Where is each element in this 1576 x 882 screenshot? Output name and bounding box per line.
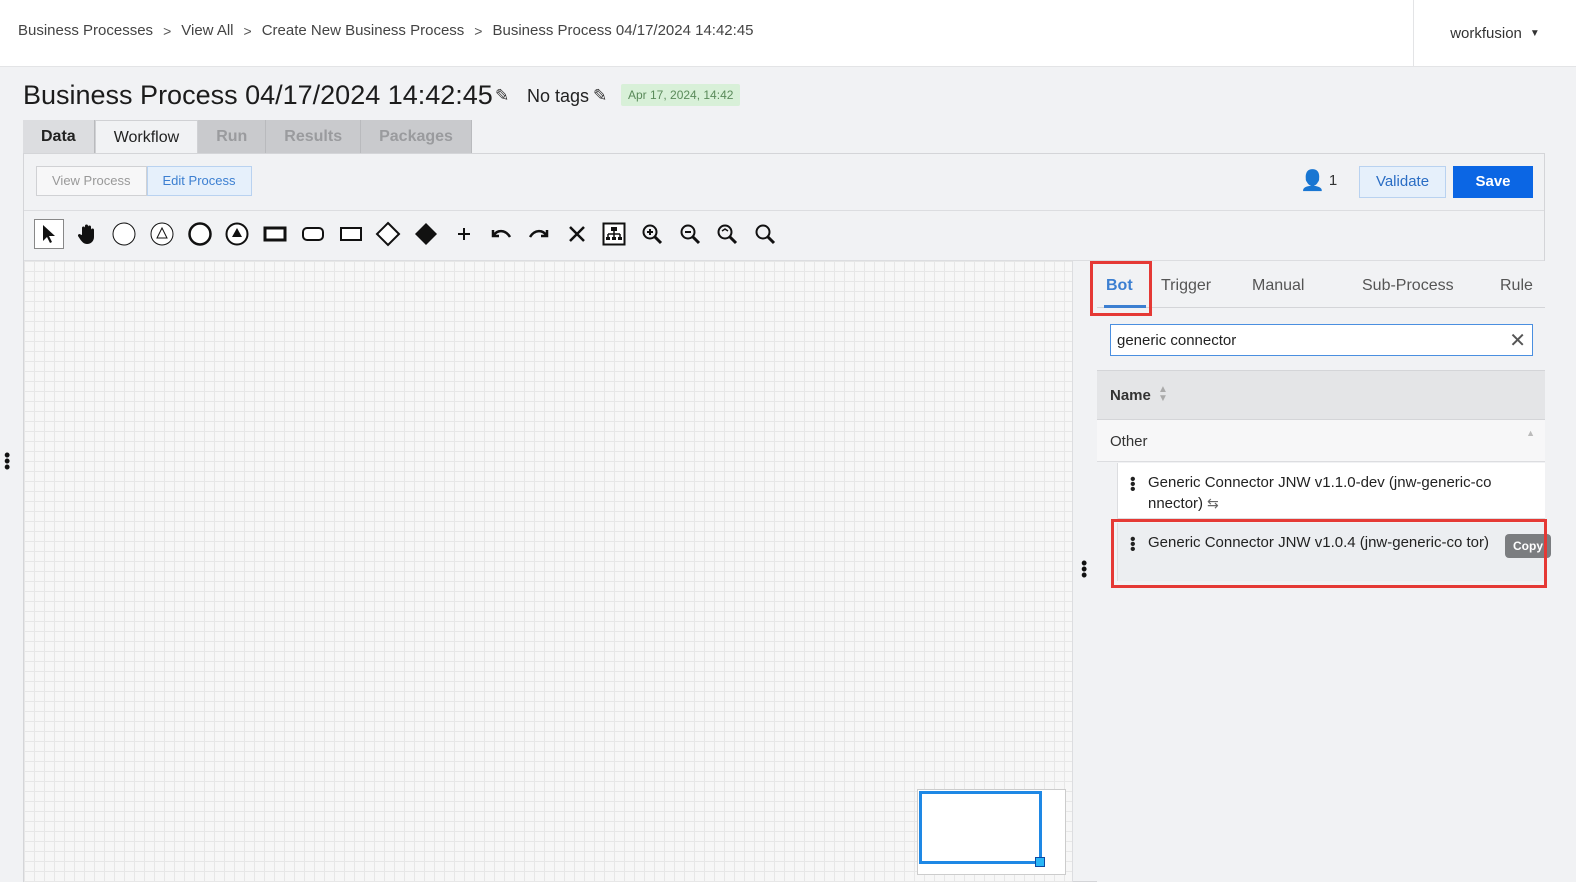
left-panel-handle-icon[interactable]: • • • <box>4 446 10 476</box>
tab-data[interactable]: Data <box>23 120 95 154</box>
start-signal-event-icon[interactable] <box>147 219 177 249</box>
breadcrumb-current: Business Process 04/17/2024 14:42:45 <box>492 22 754 39</box>
breadcrumb-create-new[interactable]: Create New Business Process <box>262 22 465 39</box>
zoom-reset-icon[interactable] <box>750 219 780 249</box>
group-label: Other <box>1110 433 1148 450</box>
palette-tabs: Bot Trigger Manual Sub-Process Rule <box>1090 261 1545 316</box>
tags-label: No tags <box>527 86 590 106</box>
breadcrumb-view-all[interactable]: View All <box>181 22 233 39</box>
gateway-icon[interactable] <box>373 219 403 249</box>
user-edit-icon: 👤 <box>1300 170 1325 192</box>
highlight-box <box>1111 519 1547 588</box>
search-input[interactable] <box>1117 330 1497 350</box>
process-mode-toggle: View Process Edit Process <box>36 166 252 196</box>
tab-run[interactable]: Run <box>198 120 267 154</box>
workflow-panel: View Process Edit Process 👤 1 Validate S… <box>23 153 1551 882</box>
kebab-menu-icon[interactable]: • • • <box>1130 472 1136 498</box>
minimap[interactable] <box>917 789 1066 875</box>
list-item-label: Generic Connector JNW v1.1.0-dev (jnw-ge… <box>1148 473 1518 514</box>
column-name-header[interactable]: Name <box>1110 387 1151 404</box>
hand-tool-icon[interactable] <box>72 219 102 249</box>
editors-count: 1 <box>1328 172 1338 189</box>
active-editors: 👤 1 <box>1300 168 1337 193</box>
delete-icon[interactable] <box>562 219 592 249</box>
zoom-in-icon[interactable] <box>637 219 667 249</box>
sort-icon[interactable]: ▲ ▼ <box>1158 385 1168 404</box>
chevron-right-icon: > <box>163 22 172 39</box>
view-process-button[interactable]: View Process <box>36 166 147 196</box>
end-signal-event-icon[interactable] <box>222 219 252 249</box>
group-row[interactable]: Other ▲ <box>1097 420 1545 462</box>
highlight-box <box>1090 261 1152 316</box>
user-name: workfusion <box>1450 25 1522 42</box>
chevron-right-icon: > <box>474 22 483 39</box>
diagram-toolbar <box>34 216 788 252</box>
auto-layout-icon[interactable] <box>599 219 629 249</box>
tab-sub-process[interactable]: Sub-Process <box>1362 277 1454 295</box>
breadcrumb-business-processes[interactable]: Business Processes <box>18 22 153 39</box>
divider <box>24 210 1544 211</box>
zoom-out-icon[interactable] <box>675 219 705 249</box>
list-header: Name ▲ ▼ <box>1097 370 1545 420</box>
task-icon[interactable] <box>260 219 290 249</box>
start-event-icon[interactable] <box>109 219 139 249</box>
rectangle-icon[interactable] <box>336 219 366 249</box>
minimap-resize-handle[interactable] <box>1035 857 1045 867</box>
redo-icon[interactable] <box>524 219 554 249</box>
tab-results[interactable]: Results <box>266 120 362 154</box>
caret-down-icon: ▼ <box>1529 28 1540 39</box>
diagram-canvas[interactable] <box>24 261 1073 882</box>
tab-rule[interactable]: Rule <box>1500 277 1533 295</box>
edit-process-button[interactable]: Edit Process <box>146 166 252 196</box>
close-icon[interactable]: ✕ <box>1509 328 1526 353</box>
add-icon[interactable] <box>449 219 479 249</box>
zoom-fit-icon[interactable] <box>712 219 742 249</box>
panel-resize-handle-icon[interactable]: • • • <box>1081 554 1087 584</box>
tab-workflow[interactable]: Workflow <box>94 120 199 154</box>
page-title: Business Process 04/17/2024 14:42:45 <box>23 80 493 110</box>
minimap-viewport[interactable] <box>919 791 1042 864</box>
validate-button[interactable]: Validate <box>1359 166 1446 198</box>
edit-tags-pencil-icon[interactable]: ✎ <box>593 86 607 106</box>
connector-icon: ⇆ <box>1207 495 1219 511</box>
save-button[interactable]: Save <box>1453 166 1533 198</box>
tab-manual[interactable]: Manual <box>1252 277 1304 295</box>
list-item-text: Generic Connector JNW v1.1.0-dev (jnw-ge… <box>1148 474 1492 512</box>
element-palette: Bot Trigger Manual Sub-Process Rule ✕ Na… <box>1090 261 1551 882</box>
main-tabs: Data Workflow Run Results Packages <box>23 120 472 154</box>
tab-trigger[interactable]: Trigger <box>1161 277 1211 295</box>
gateway-filled-icon[interactable] <box>411 219 441 249</box>
chevron-right-icon: > <box>243 22 252 39</box>
user-menu[interactable]: workfusion ▼ <box>1413 0 1576 67</box>
date-badge: Apr 17, 2024, 14:42 <box>621 84 741 106</box>
search-box: ✕ <box>1110 324 1533 356</box>
edit-title-pencil-icon[interactable]: ✎ <box>495 86 509 106</box>
collapse-arrow-icon[interactable]: ▲ <box>1526 428 1535 438</box>
tab-packages[interactable]: Packages <box>361 120 472 154</box>
end-event-icon[interactable] <box>185 219 215 249</box>
pointer-tool-icon[interactable] <box>34 219 64 249</box>
list-item[interactable]: • • • Generic Connector JNW v1.1.0-dev (jn… <box>1117 463 1545 519</box>
breadcrumb: Business Processes > View All > Create N… <box>18 22 754 39</box>
top-bar: Business Processes > View All > Create N… <box>0 0 1576 67</box>
subprocess-icon[interactable] <box>298 219 328 249</box>
undo-icon[interactable] <box>486 219 516 249</box>
